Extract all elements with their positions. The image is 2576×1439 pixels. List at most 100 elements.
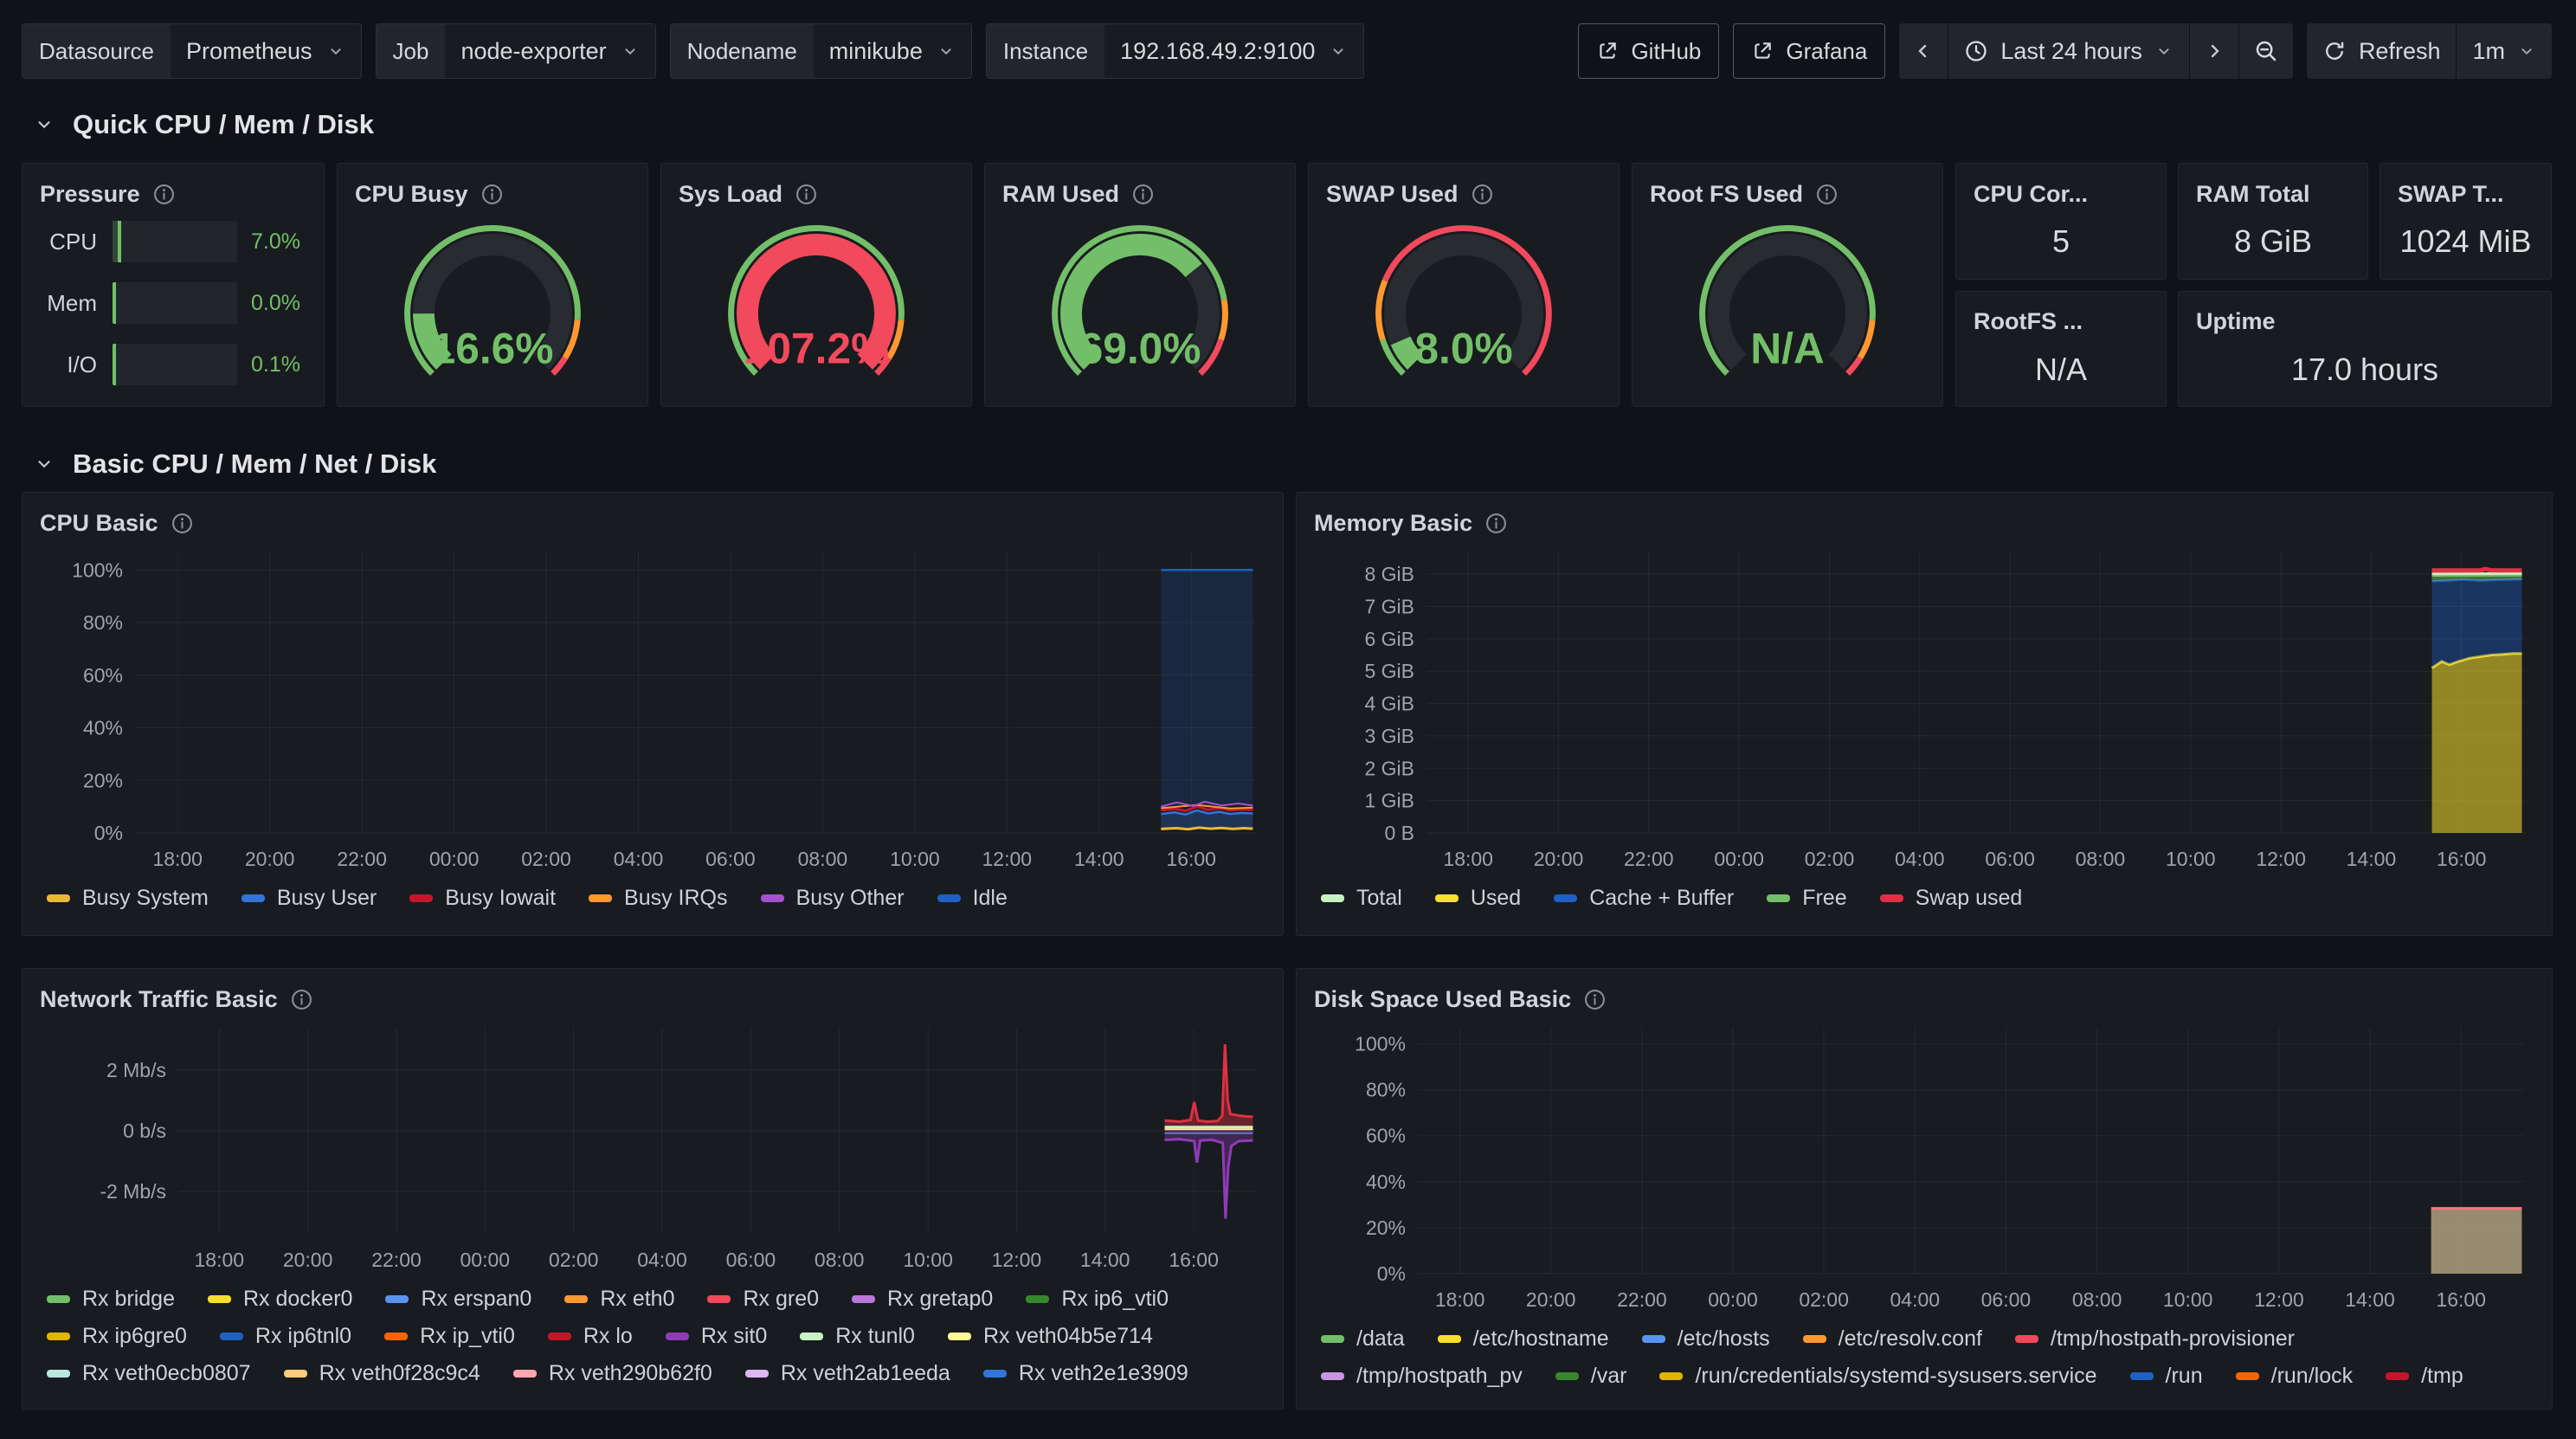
- info-icon[interactable]: [1584, 989, 1606, 1010]
- variable-value-dropdown[interactable]: Prometheus: [171, 24, 361, 78]
- legend-item[interactable]: /tmp/hostpath_pv: [1321, 1364, 1523, 1389]
- legend-row: /data/etc/hostname/etc/hosts/etc/resolv.…: [1321, 1326, 2534, 1352]
- legend-item[interactable]: /tmp: [2386, 1364, 2463, 1389]
- legend-item[interactable]: /etc/hosts: [1642, 1326, 1770, 1352]
- legend-item[interactable]: Rx veth0ecb0807: [47, 1361, 251, 1386]
- memory-basic-chart[interactable]: 0 B1 GiB2 GiB3 GiB4 GiB5 GiB6 GiB7 GiB8 …: [1314, 541, 2534, 879]
- time-shift-back-button[interactable]: [1899, 23, 1948, 79]
- legend-item[interactable]: Rx ip6tnl0: [220, 1324, 351, 1349]
- stat-value: 5: [1974, 212, 2148, 267]
- variable-value-dropdown[interactable]: minikube: [814, 24, 971, 78]
- panel-header[interactable]: Network Traffic Basic: [40, 981, 1265, 1017]
- legend-item[interactable]: Rx sit0: [666, 1324, 767, 1349]
- panel-header[interactable]: Pressure: [40, 176, 306, 212]
- network-traffic-chart[interactable]: -2 Mb/s0 b/s2 Mb/s18:0020:0022:0000:0002…: [40, 1017, 1265, 1280]
- legend-item[interactable]: Rx veth290b62f0: [513, 1361, 712, 1386]
- legend-item[interactable]: /data: [1321, 1326, 1405, 1352]
- panel-header[interactable]: CPU Cor...: [1974, 176, 2148, 212]
- time-shift-forward-button[interactable]: [2189, 23, 2238, 79]
- info-icon[interactable]: [1816, 184, 1838, 205]
- legend-item[interactable]: Rx ip6gre0: [47, 1324, 187, 1349]
- panel-header[interactable]: RAM Total: [2196, 176, 2350, 212]
- grafana-link-button[interactable]: Grafana: [1733, 23, 1885, 79]
- info-icon[interactable]: [1472, 184, 1493, 205]
- legend-item[interactable]: Idle: [937, 886, 1008, 911]
- info-icon[interactable]: [1132, 184, 1154, 205]
- legend-item[interactable]: Busy User: [242, 886, 377, 911]
- legend-item[interactable]: Used: [1435, 886, 1521, 911]
- legend-item[interactable]: Busy Iowait: [409, 886, 556, 911]
- legend-item[interactable]: Total: [1321, 886, 1402, 911]
- refresh-interval-dropdown[interactable]: 1m: [2456, 23, 2552, 79]
- charts-grid: CPU Basic 0%20%40%60%80%100%18:0020:0022…: [22, 492, 2552, 1410]
- legend-item[interactable]: /run: [2130, 1364, 2203, 1389]
- legend-item[interactable]: /var: [1555, 1364, 1627, 1389]
- panel-header[interactable]: SWAP T...: [2398, 176, 2534, 212]
- legend-item[interactable]: Rx lo: [548, 1324, 633, 1349]
- refresh-label: Refresh: [2359, 38, 2441, 65]
- legend-item[interactable]: Busy IRQs: [589, 886, 727, 911]
- github-link-button[interactable]: GitHub: [1578, 23, 1719, 79]
- panel-header[interactable]: Memory Basic: [1314, 505, 2534, 541]
- legend-item[interactable]: Rx erspan0: [385, 1287, 531, 1312]
- info-icon[interactable]: [171, 513, 193, 534]
- panel-title: RootFS ...: [1974, 308, 2083, 335]
- panel-header[interactable]: CPU Basic: [40, 505, 1265, 541]
- legend-item[interactable]: Free: [1767, 886, 1846, 911]
- panel-header[interactable]: Uptime: [2196, 304, 2534, 340]
- legend-swatch: [47, 1333, 70, 1340]
- legend-item[interactable]: Rx veth2e1e3909: [983, 1361, 1188, 1386]
- svg-text:5 GiB: 5 GiB: [1364, 660, 1414, 682]
- panel-header[interactable]: Sys Load: [679, 176, 954, 212]
- legend-item[interactable]: Rx ip6_vti0: [1026, 1287, 1169, 1312]
- legend-item[interactable]: Cache + Buffer: [1554, 886, 1734, 911]
- legend-item[interactable]: Rx gre0: [707, 1287, 819, 1312]
- panel-header[interactable]: CPU Busy: [355, 176, 630, 212]
- variable-value-dropdown[interactable]: node-exporter: [445, 24, 654, 78]
- legend-item[interactable]: Rx tunl0: [800, 1324, 915, 1349]
- panel-header[interactable]: RAM Used: [1002, 176, 1278, 212]
- panel-title: Network Traffic Basic: [40, 986, 278, 1013]
- chevron-down-icon: [621, 42, 640, 61]
- panel-title: Sys Load: [679, 181, 782, 208]
- info-icon[interactable]: [795, 184, 817, 205]
- section-header-basic[interactable]: Basic CPU / Mem / Net / Disk: [0, 448, 2576, 480]
- zoom-out-button[interactable]: [2238, 23, 2293, 79]
- time-range-picker[interactable]: Last 24 hours: [1948, 23, 2189, 79]
- legend-item[interactable]: Rx gretap0: [852, 1287, 993, 1312]
- panel-header[interactable]: SWAP Used: [1326, 176, 1601, 212]
- panel-header[interactable]: RootFS ...: [1974, 304, 2148, 340]
- legend-item[interactable]: Rx veth2ab1eeda: [745, 1361, 950, 1386]
- legend-item[interactable]: /run/credentials/systemd-sysusers.servic…: [1659, 1364, 2096, 1389]
- pressure-value: 0.0%: [251, 291, 306, 316]
- svg-text:12:00: 12:00: [982, 848, 1033, 870]
- legend-item[interactable]: Rx veth04b5e714: [948, 1324, 1153, 1349]
- legend-item[interactable]: /tmp/hostpath-provisioner: [2015, 1326, 2295, 1352]
- legend-item[interactable]: Rx ip_vti0: [384, 1324, 515, 1349]
- legend-item[interactable]: Rx bridge: [47, 1287, 175, 1312]
- legend-item[interactable]: Rx eth0: [564, 1287, 674, 1312]
- section-header-quick[interactable]: Quick CPU / Mem / Disk: [0, 109, 2576, 140]
- legend-item[interactable]: Rx docker0: [208, 1287, 352, 1312]
- legend-swatch: [852, 1295, 875, 1303]
- info-icon[interactable]: [153, 184, 175, 205]
- legend-item[interactable]: Busy System: [47, 886, 209, 911]
- legend-item[interactable]: /etc/hostname: [1438, 1326, 1609, 1352]
- legend-item[interactable]: Rx veth0f28c9c4: [284, 1361, 480, 1386]
- svg-text:00:00: 00:00: [1714, 848, 1764, 870]
- info-icon[interactable]: [1485, 513, 1507, 534]
- variable-value-dropdown[interactable]: 192.168.49.2:9100: [1104, 24, 1363, 78]
- disk-space-chart[interactable]: 0%20%40%60%80%100%18:0020:0022:0000:0002…: [1314, 1017, 2534, 1320]
- panel-header[interactable]: Root FS Used: [1650, 176, 1925, 212]
- legend-item[interactable]: /run/lock: [2236, 1364, 2353, 1389]
- svg-text:100%: 100%: [1355, 1033, 1406, 1055]
- info-icon[interactable]: [481, 184, 503, 205]
- legend-item[interactable]: /etc/resolv.conf: [1803, 1326, 1982, 1352]
- info-icon[interactable]: [291, 989, 312, 1010]
- legend-item[interactable]: Busy Other: [761, 886, 905, 911]
- stats-grid: CPU Cor... 5 RAM Total 8 GiB SWAP T... 1…: [1955, 163, 2552, 407]
- refresh-button[interactable]: Refresh: [2307, 23, 2457, 79]
- panel-header[interactable]: Disk Space Used Basic: [1314, 981, 2534, 1017]
- cpu-basic-chart[interactable]: 0%20%40%60%80%100%18:0020:0022:0000:0002…: [40, 541, 1265, 879]
- legend-item[interactable]: Swap used: [1880, 886, 2023, 911]
